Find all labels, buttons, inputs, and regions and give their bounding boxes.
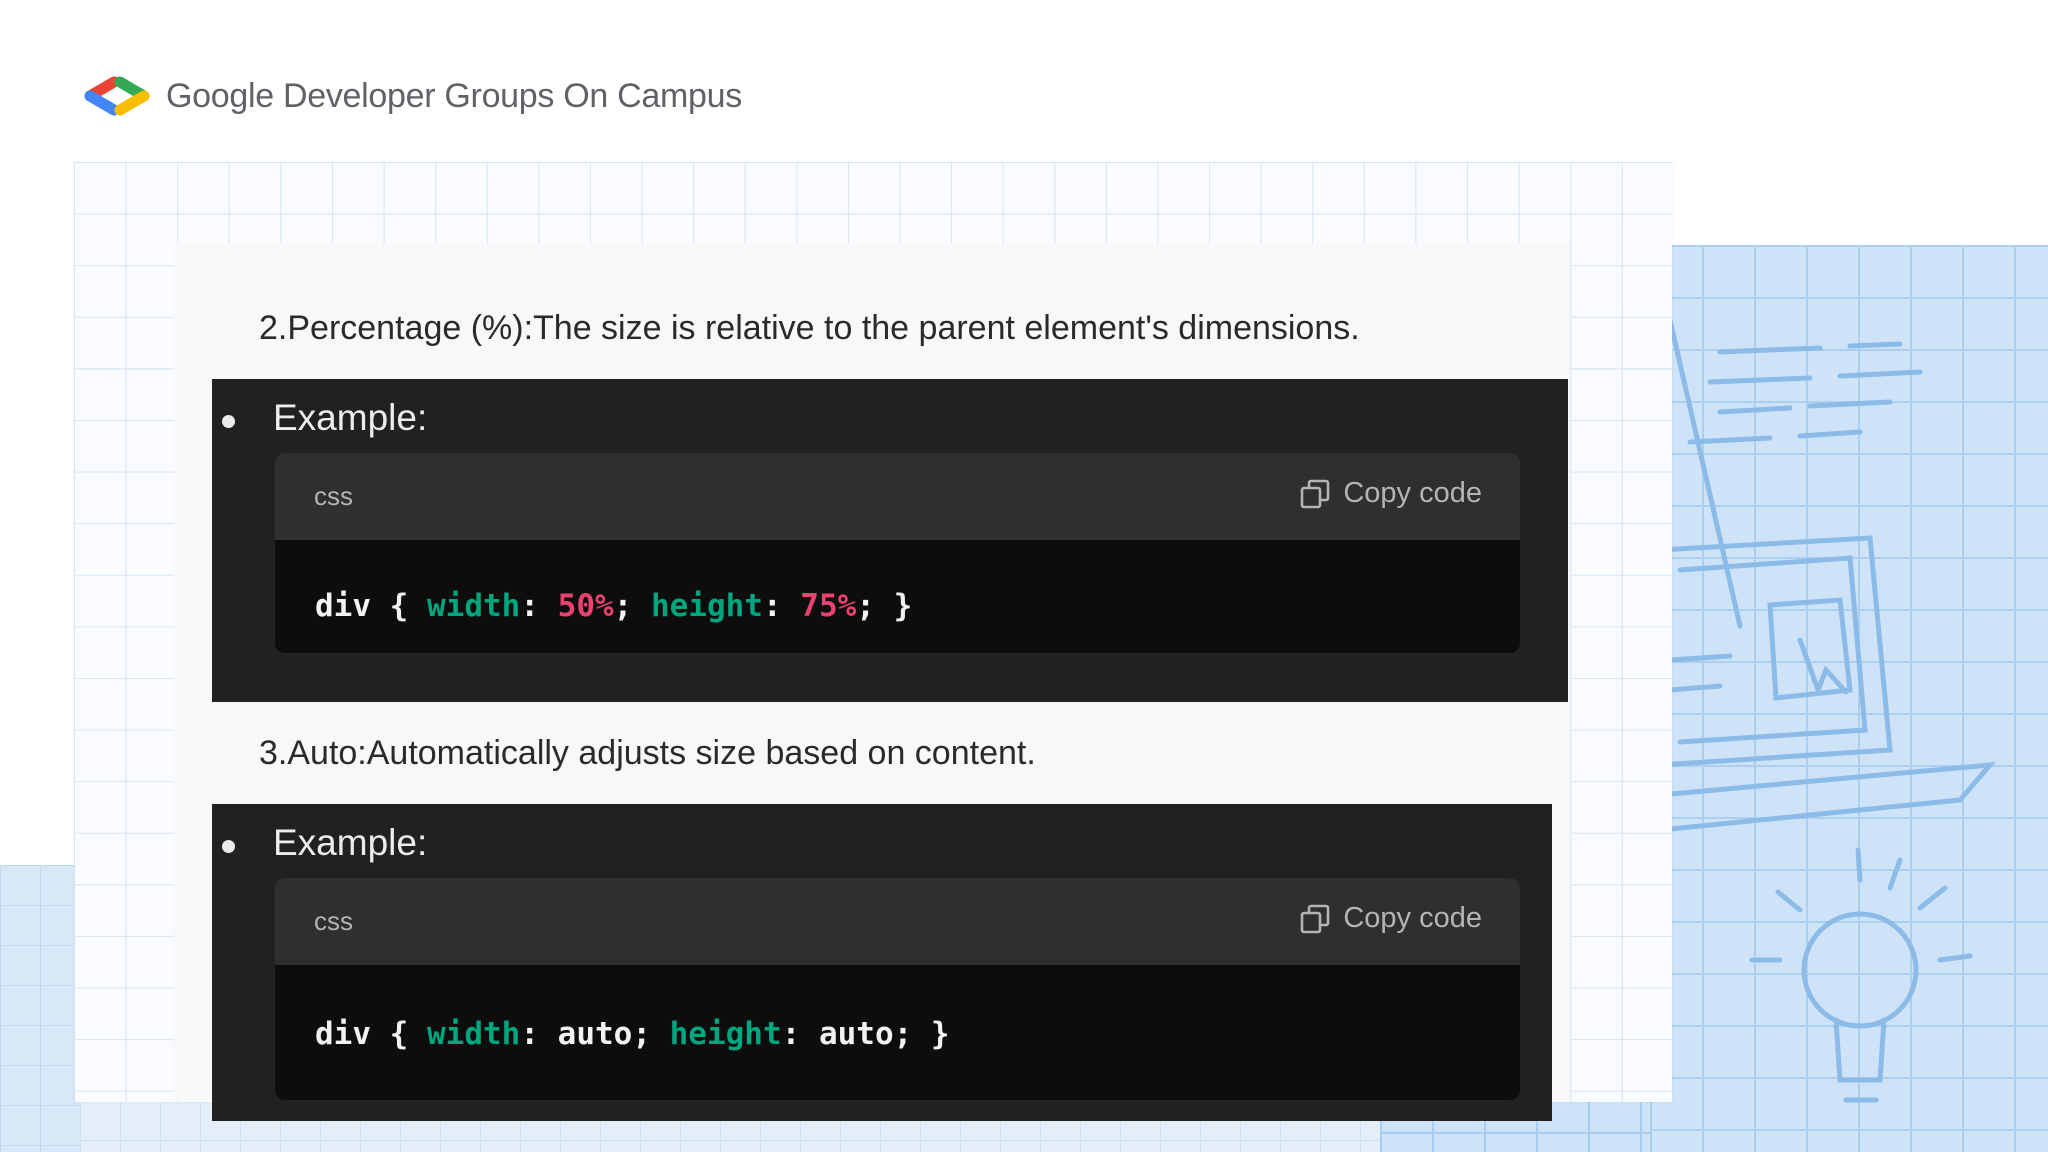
code-token-value: auto — [818, 1016, 894, 1052]
code-token-property: height — [650, 588, 763, 624]
example-panel: Example: css Copy code div { width: 50%;… — [212, 379, 1568, 702]
code-token-value: 75% — [800, 588, 857, 624]
code-line: div { width: 50%; height: 75%; } — [315, 588, 912, 624]
code-block: css Copy code div { width: 50%; height: … — [275, 453, 1520, 653]
example-label: Example: — [273, 397, 428, 438]
code-token-value: auto — [557, 1016, 633, 1052]
bullet-icon — [222, 415, 235, 428]
code-token-property: width — [427, 1016, 521, 1052]
code-token-selector: div — [315, 1016, 371, 1052]
example-panel: Example: css Copy code div { width: auto… — [212, 804, 1552, 1121]
code-language-label: css — [314, 481, 353, 511]
code-token-colon: : — [520, 1016, 558, 1052]
header: Google Developer Groups On Campus — [80, 70, 742, 122]
code-token-value: 50% — [557, 588, 614, 624]
copy-code-button[interactable]: Copy code — [1299, 902, 1482, 935]
code-token-property: width — [427, 588, 521, 624]
code-token-colon: : — [520, 588, 558, 624]
code-token-close: ; } — [856, 588, 913, 624]
code-token-semicolon: ; — [632, 1016, 670, 1052]
copy-code-label: Copy code — [1343, 902, 1482, 934]
section-heading-percentage: 2.Percentage (%):The size is relative to… — [259, 309, 1360, 347]
code-block-header: css Copy code — [275, 878, 1520, 965]
gdg-logo-icon — [84, 76, 150, 116]
example-label: Example: — [273, 822, 428, 863]
code-token-colon: : — [781, 1016, 819, 1052]
code-token-property: height — [669, 1016, 782, 1052]
laptop-lightbulb-sketch-icon — [1660, 320, 1996, 1103]
copy-icon — [1301, 904, 1330, 933]
code-language-label: css — [314, 906, 353, 936]
bullet-icon — [222, 840, 235, 853]
code-token-colon: : — [762, 588, 801, 624]
code-token-brace: { — [371, 1016, 427, 1052]
code-block: css Copy code div { width: auto; height:… — [275, 878, 1520, 1100]
copy-code-button[interactable]: Copy code — [1299, 477, 1482, 510]
copy-icon — [1301, 479, 1330, 508]
code-token-semicolon: ; — [613, 588, 651, 624]
section-heading-auto: 3.Auto:Automatically adjusts size based … — [259, 734, 1036, 772]
code-token-close: ; } — [893, 1016, 950, 1052]
code-token-selector: div — [315, 588, 371, 624]
brand-title: Google Developer Groups On Campus — [166, 76, 742, 115]
code-token-brace: { — [371, 588, 427, 624]
copy-code-label: Copy code — [1343, 477, 1482, 509]
code-line: div { width: auto; height: auto; } — [315, 1016, 950, 1052]
background-blue-grid-left — [0, 865, 80, 1152]
code-block-header: css Copy code — [275, 453, 1520, 540]
